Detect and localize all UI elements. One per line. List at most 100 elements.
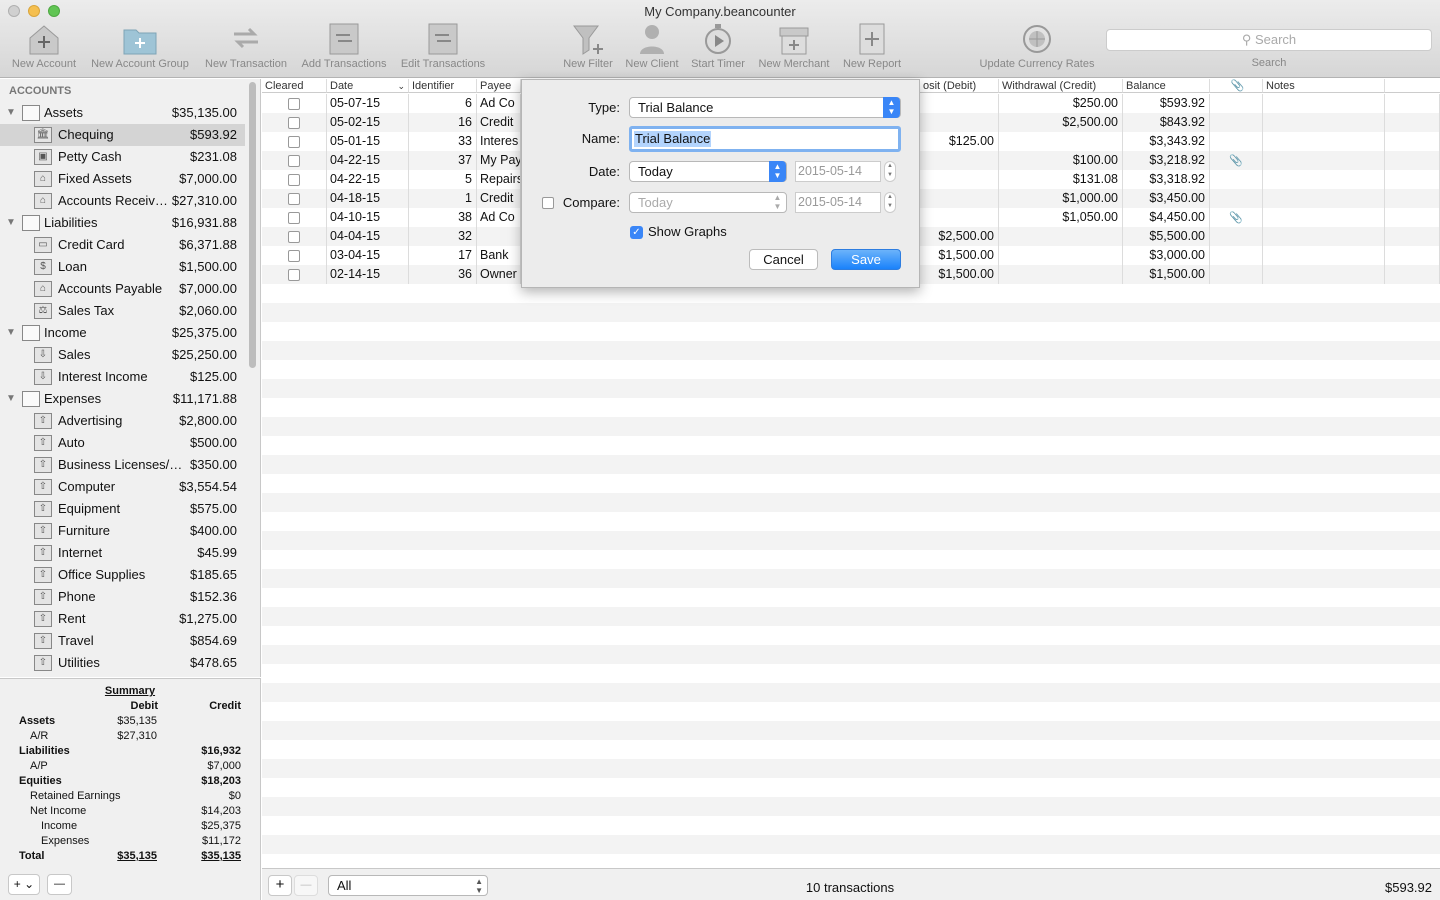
select-arrows-icon: ▲ ▼: [773, 193, 782, 211]
sidebar-item-interest-income[interactable]: ⇩ Interest Income $125.00: [0, 366, 245, 388]
cleared-checkbox[interactable]: [288, 117, 300, 129]
sidebar-item-rent[interactable]: ⇧ Rent $1,275.00: [0, 608, 245, 630]
remove-account-button[interactable]: —: [47, 874, 72, 895]
column-header-balance[interactable]: Balance: [1123, 79, 1210, 93]
column-header-cleared[interactable]: Cleared: [262, 79, 327, 93]
cancel-button[interactable]: Cancel: [749, 249, 818, 270]
expense-icon: ⇧: [34, 589, 52, 605]
sidebar-item-accounts-receiv[interactable]: ⌂ Accounts Receiv… $27,310.00: [0, 190, 245, 212]
account-amount: $2,060.00: [179, 303, 237, 318]
sidebar-item-petty-cash[interactable]: ▣ Petty Cash $231.08: [0, 146, 245, 168]
name-field[interactable]: Trial Balance: [629, 126, 901, 152]
column-header-withdrawal[interactable]: Withdrawal (Credit): [999, 79, 1123, 93]
sidebar-item-expenses[interactable]: ▼ Expenses $11,171.88: [0, 388, 245, 410]
cleared-checkbox[interactable]: [288, 212, 300, 224]
paperclip-icon[interactable]: 📎: [1229, 155, 1243, 167]
new-merchant-button[interactable]: New Merchant: [755, 22, 833, 70]
remove-transaction-button[interactable]: —: [294, 875, 318, 896]
sidebar-item-fixed-assets[interactable]: ⌂ Fixed Assets $7,000.00: [0, 168, 245, 190]
sidebar-item-income[interactable]: ▼ Income $25,375.00: [0, 322, 245, 344]
disclosure-triangle-icon[interactable]: ▼: [6, 102, 16, 124]
account-amount: $25,375.00: [171, 325, 237, 340]
table-row-background: [262, 569, 1440, 588]
new-client-button[interactable]: New Client: [622, 22, 682, 70]
column-header-deposit[interactable]: osit (Debit): [920, 79, 999, 93]
add-transaction-button[interactable]: +: [268, 875, 292, 896]
cleared-checkbox[interactable]: [288, 250, 300, 262]
disclosure-triangle-icon[interactable]: ▼: [6, 322, 16, 344]
sidebar-item-internet[interactable]: ⇧ Internet $45.99: [0, 542, 245, 564]
id-cell: 37: [409, 151, 477, 170]
account-name: Furniture: [58, 523, 111, 538]
sidebar-item-liabilities[interactable]: ▼ Liabilities $16,931.88: [0, 212, 245, 234]
account-amount: $7,000.00: [179, 171, 237, 186]
cleared-checkbox[interactable]: [288, 98, 300, 110]
disclosure-triangle-icon[interactable]: ▼: [6, 388, 16, 410]
sidebar-item-assets[interactable]: ▼ Assets $35,135.00: [0, 102, 245, 124]
compare-date-stepper[interactable]: ▲ ▼: [884, 192, 896, 213]
sidebar-item-equipment[interactable]: ⇧ Equipment $575.00: [0, 498, 245, 520]
column-header-date[interactable]: Date ⌄: [327, 79, 409, 93]
cleared-checkbox[interactable]: [288, 193, 300, 205]
id-cell: 33: [409, 132, 477, 151]
save-button[interactable]: Save: [831, 249, 901, 270]
payee-cell: Credit: [477, 189, 521, 208]
column-header-payee[interactable]: Payee: [477, 79, 521, 93]
sidebar-item-travel[interactable]: ⇧ Travel $854.69: [0, 630, 245, 652]
cleared-checkbox[interactable]: [288, 136, 300, 148]
sidebar-item-credit-card[interactable]: ▭ Credit Card $6,371.88: [0, 234, 245, 256]
column-header-date-label: Date: [330, 80, 354, 92]
date-stepper[interactable]: ▲ ▼: [884, 161, 896, 182]
cleared-checkbox[interactable]: [288, 269, 300, 281]
show-graphs-checkbox[interactable]: ✓: [630, 226, 643, 239]
sidebar-item-auto[interactable]: ⇧ Auto $500.00: [0, 432, 245, 454]
start-timer-button[interactable]: Start Timer: [688, 22, 748, 70]
sidebar-item-office-supplies[interactable]: ⇧ Office Supplies $185.65: [0, 564, 245, 586]
new-filter-button[interactable]: New Filter: [560, 22, 616, 70]
date-field[interactable]: 2015-05-14: [795, 161, 881, 182]
sidebar-item-chequing[interactable]: 🏛 Chequing $593.92: [0, 124, 245, 146]
sidebar-item-phone[interactable]: ⇧ Phone $152.36: [0, 586, 245, 608]
paperclip-icon[interactable]: 📎: [1229, 212, 1243, 224]
date-select[interactable]: Today ▲ ▼: [629, 161, 787, 182]
filter-select[interactable]: All ▲ ▼: [328, 875, 488, 896]
sidebar-item-utilities[interactable]: ⇧ Utilities $478.65: [0, 652, 245, 674]
new-account-button[interactable]: New Account: [8, 22, 80, 70]
new-account-group-button[interactable]: New Account Group: [86, 22, 194, 70]
sidebar-item-sales-tax[interactable]: ⚖ Sales Tax $2,060.00: [0, 300, 245, 322]
type-select[interactable]: Trial Balance ▲ ▼: [629, 97, 901, 118]
table-row-background: [262, 531, 1440, 550]
column-header-identifier[interactable]: Identifier: [409, 79, 477, 93]
search-input[interactable]: ⚲ Search: [1106, 29, 1432, 51]
compare-select-value: Today: [638, 195, 673, 210]
cleared-checkbox[interactable]: [288, 174, 300, 186]
table-row-background: [262, 360, 1440, 379]
disclosure-triangle-icon[interactable]: ▼: [6, 212, 16, 234]
sidebar-item-accounts-payable[interactable]: ⌂ Accounts Payable $7,000.00: [0, 278, 245, 300]
compare-select[interactable]: Today ▲ ▼: [629, 192, 787, 213]
compare-checkbox[interactable]: [542, 197, 554, 209]
compare-date-field[interactable]: 2015-05-14: [795, 192, 881, 213]
sidebar-item-advertising[interactable]: ⇧ Advertising $2,800.00: [0, 410, 245, 432]
expense-icon: ⇧: [34, 655, 52, 671]
new-transaction-button[interactable]: New Transaction: [202, 22, 290, 70]
cleared-checkbox[interactable]: [288, 231, 300, 243]
sidebar-item-loan[interactable]: $ Loan $1,500.00: [0, 256, 245, 278]
sidebar-scrollbar[interactable]: [249, 82, 256, 368]
attachment-cell: [1210, 246, 1263, 265]
column-header-notes[interactable]: Notes: [1263, 79, 1385, 93]
sidebar-item-computer[interactable]: ⇧ Computer $3,554.54: [0, 476, 245, 498]
add-transactions-button[interactable]: Add Transactions: [298, 22, 390, 70]
sidebar-item-business-licenses[interactable]: ⇧ Business Licenses/… $350.00: [0, 454, 245, 476]
summary-row-credit: $14,203: [201, 805, 241, 817]
cleared-checkbox[interactable]: [288, 155, 300, 167]
table-row-background: [262, 740, 1440, 759]
update-currency-rates-button[interactable]: Update Currency Rates: [975, 22, 1099, 70]
edit-transactions-button[interactable]: Edit Transactions: [397, 22, 489, 70]
column-header-attachment[interactable]: 📎: [1210, 79, 1263, 93]
sidebar-item-sales[interactable]: ⇩ Sales $25,250.00: [0, 344, 245, 366]
add-account-menu-button[interactable]: + ⌄: [8, 874, 40, 895]
table-row-background: [262, 721, 1440, 740]
new-report-button[interactable]: New Report: [840, 22, 904, 70]
sidebar-item-furniture[interactable]: ⇧ Furniture $400.00: [0, 520, 245, 542]
